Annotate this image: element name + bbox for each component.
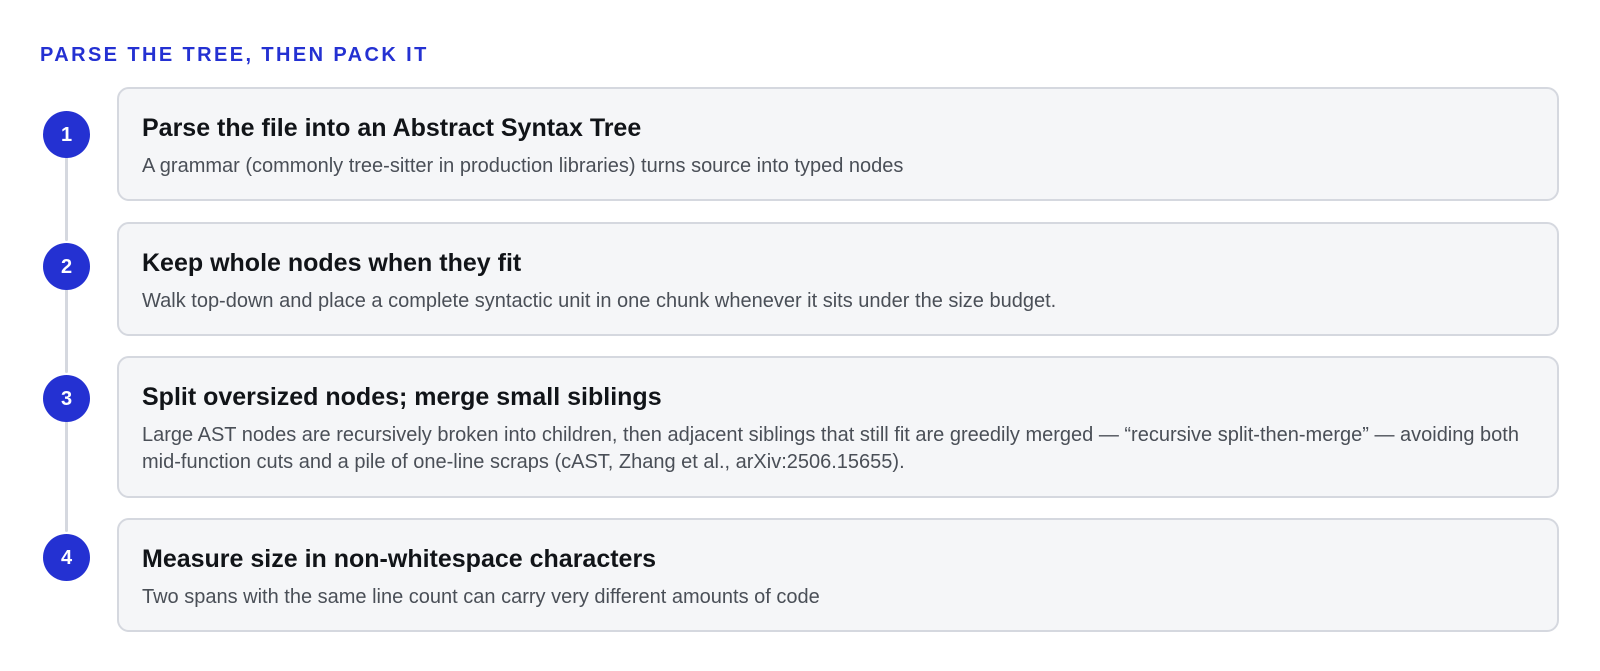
timeline-rail-3 [65,420,68,532]
step-card-1: Parse the file into an Abstract Syntax T… [117,87,1559,201]
step-card-4: Measure size in non-whitespace character… [117,518,1559,632]
step-title: Split oversized nodes; merge small sibli… [142,383,662,411]
step-description: Walk top-down and place a complete synta… [142,290,1057,312]
step-number-badge: 4 [43,534,90,581]
step-title: Parse the file into an Abstract Syntax T… [142,114,642,142]
step-description: Two spans with the same line count can c… [142,586,820,608]
timeline-rail-1 [65,156,68,241]
step-description: Large AST nodes are recursively broken i… [142,424,1519,473]
step-number-badge: 2 [43,243,90,290]
step-title: Measure size in non-whitespace character… [142,545,657,573]
step-card-2: Keep whole nodes when they fit Walk top-… [117,222,1559,336]
step-description: A grammar (commonly tree-sitter in produ… [142,155,904,177]
step-number-badge: 1 [43,111,90,158]
step-number-badge: 3 [43,375,90,422]
timeline-rail-2 [65,288,68,373]
step-title: Keep whole nodes when they fit [142,249,522,277]
step-card-3: Split oversized nodes; merge small sibli… [117,356,1559,498]
section-heading: PARSE THE TREE, THEN PACK IT [40,44,429,66]
